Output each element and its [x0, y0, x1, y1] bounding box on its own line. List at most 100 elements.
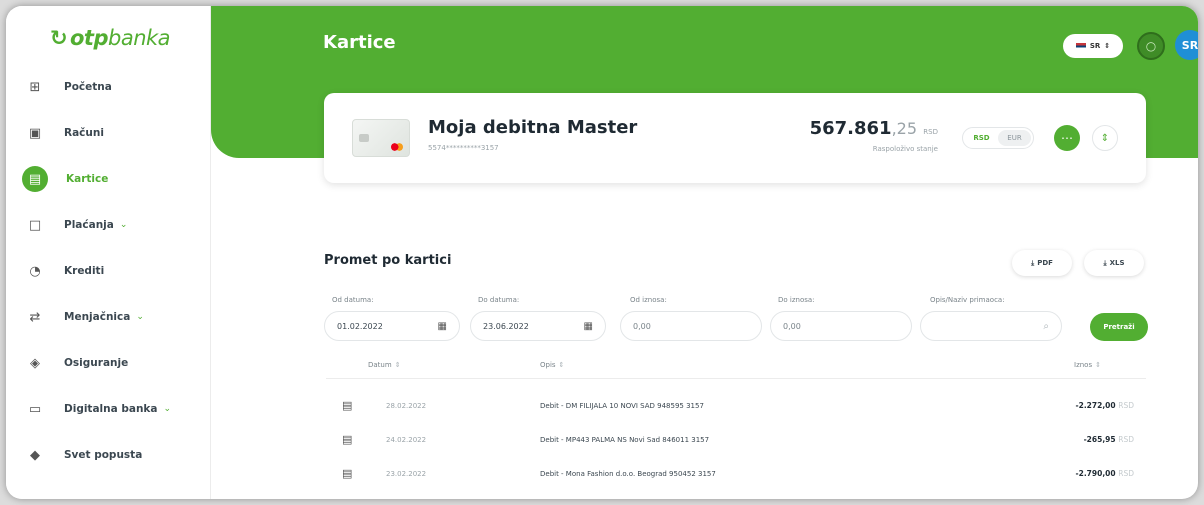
otp-banka-logo[interactable]: ↻ otpbanka	[50, 26, 171, 50]
chevron-down-icon: ⌄	[119, 220, 128, 230]
table-row[interactable]: ▤ 28.02.2022 Debit - DM FILIJALA 10 NOVI…	[326, 390, 1146, 424]
discount-icon: ◆	[30, 447, 40, 463]
chevron-down-icon: ⌄	[163, 404, 172, 414]
search-icon: ⌕	[1043, 320, 1049, 332]
chevron-updown-icon: ⇕	[1100, 132, 1110, 144]
sidebar-item-label: Kartice	[66, 173, 109, 185]
sidebar-item-kartice[interactable]: ▤ Kartice	[6, 156, 210, 202]
card-transaction-icon: ▤	[342, 399, 353, 412]
language-label: SR	[1089, 42, 1101, 50]
download-icon: ⤓	[1031, 258, 1035, 267]
card-summary: Moja debitna Master 5574**********3157 5…	[324, 93, 1146, 183]
card-name: Moja debitna Master	[428, 117, 638, 138]
balance-decimal: ,25	[891, 119, 918, 138]
serbian-flag-icon	[1075, 42, 1086, 50]
column-header-description[interactable]: Opis ⇕	[540, 361, 564, 369]
row-description: Debit - Mona Fashion d.o.o. Beograd 9504…	[540, 470, 716, 478]
to-date-input[interactable]: 23.06.2022 ▦	[470, 311, 606, 341]
currency-eur-option[interactable]: EUR	[998, 130, 1031, 146]
description-search-input[interactable]: ⌕	[920, 311, 1062, 341]
download-xls-button[interactable]: ⤓ XLS	[1084, 250, 1144, 276]
from-amount-label: Od iznosa:	[630, 296, 667, 304]
exchange-icon: ⇄	[29, 309, 41, 325]
bell-icon: ○	[1145, 39, 1157, 53]
sidebar-item-digitalna-banka[interactable]: ▭ Digitalna banka ⌄	[6, 386, 210, 432]
sidebar-item-krediti[interactable]: ◔ Krediti	[6, 248, 210, 294]
sort-icon: ⇕	[394, 361, 401, 369]
sidebar-item-osiguranje[interactable]: ◈ Osiguranje	[6, 340, 210, 386]
row-date: 28.02.2022	[386, 402, 427, 410]
card-transaction-icon: ▤	[342, 433, 353, 446]
more-dots-icon: ⋯	[1061, 131, 1073, 145]
sidebar-item-label: Svet popusta	[64, 449, 143, 461]
balance-label: Raspoloživo stanje	[872, 145, 938, 153]
sidebar-item-label: Računi	[64, 127, 104, 139]
card-icon: ▤	[22, 166, 48, 192]
sidebar-item-pocetna[interactable]: ⊞ Početna	[6, 64, 210, 110]
sidebar-item-label: Menjačnica	[64, 311, 131, 323]
balance-currency: RSD	[923, 128, 938, 136]
sidebar-item-menjacnica[interactable]: ⇄ Menjačnica ⌄	[6, 294, 210, 340]
currency-rsd-option[interactable]: RSD	[965, 130, 998, 146]
sidebar-item-label: Krediti	[64, 265, 105, 277]
accounts-icon: ▣	[28, 125, 42, 141]
sidebar-item-label: Plaćanja	[64, 219, 114, 231]
loans-icon: ◔	[29, 263, 41, 279]
sidebar-item-label: Digitalna banka	[64, 403, 158, 415]
chevron-updown-icon: ⇕	[1104, 42, 1111, 50]
otp-logo-icon: ↻	[50, 26, 68, 50]
column-header-date[interactable]: Datum ⇕	[368, 361, 401, 369]
description-label: Opis/Naziv primaoca:	[930, 296, 1005, 304]
to-date-label: Do datuma:	[478, 296, 520, 304]
card-transaction-icon: ▤	[342, 467, 353, 480]
download-icon: ⤓	[1103, 258, 1107, 267]
switch-card-button[interactable]: ⇕	[1092, 125, 1118, 151]
sidebar-item-svet-popusta[interactable]: ◆ Svet popusta	[6, 432, 210, 478]
page-title: Kartice	[323, 32, 396, 53]
row-description: Debit - MP443 PALMA NS Novi Sad 846011 3…	[540, 436, 710, 444]
balance-integer: 567.861	[809, 118, 892, 139]
row-amount: -2.790,00 RSD	[1075, 469, 1135, 478]
column-header-amount[interactable]: Iznos ⇕	[1074, 361, 1101, 369]
row-amount: -265,95 RSD	[1083, 435, 1134, 444]
dashboard-icon: ⊞	[29, 79, 41, 95]
payments-icon: □	[28, 217, 42, 233]
card-number: 5574**********3157	[428, 144, 499, 152]
calendar-icon[interactable]: ▦	[438, 321, 447, 332]
language-selector[interactable]: SR ⇕	[1063, 34, 1123, 58]
row-description: Debit - DM FILIJALA 10 NOVI SAD 948595 3…	[540, 402, 704, 410]
to-amount-input[interactable]: 0,00	[770, 311, 912, 341]
transactions-title: Promet po kartici	[324, 253, 452, 268]
sidebar-item-racuni[interactable]: ▣ Računi	[6, 110, 210, 156]
insurance-icon: ◈	[30, 355, 40, 371]
sidebar-item-label: Početna	[64, 81, 112, 93]
notifications-button[interactable]: ○	[1137, 32, 1165, 60]
card-image	[352, 119, 410, 157]
app-window: ↻ otpbanka ⊞ Početna ▣ Računi ▤ Kartice □…	[6, 6, 1198, 499]
table-row[interactable]: ▤ 23.02.2022 Debit - Mona Fashion d.o.o.…	[326, 458, 1146, 492]
row-date: 24.02.2022	[386, 436, 427, 444]
card-balance: 567.861,25 RSD	[804, 118, 938, 139]
from-date-input[interactable]: 01.02.2022 ▦	[324, 311, 460, 341]
calendar-icon[interactable]: ▦	[584, 321, 593, 332]
row-date: 23.02.2022	[386, 470, 427, 478]
download-pdf-button[interactable]: ⤓ PDF	[1012, 250, 1072, 276]
to-amount-label: Do iznosa:	[778, 296, 815, 304]
sidebar-item-placanja[interactable]: □ Plaćanja ⌄	[6, 202, 210, 248]
sort-icon: ⇕	[1095, 361, 1101, 369]
user-avatar[interactable]: SR	[1175, 30, 1198, 60]
sidebar-item-label: Osiguranje	[64, 357, 129, 369]
sidebar: ↻ otpbanka ⊞ Početna ▣ Računi ▤ Kartice □…	[6, 6, 211, 499]
sidebar-nav: ⊞ Početna ▣ Računi ▤ Kartice □ Plaćanja …	[6, 64, 210, 478]
from-date-label: Od datuma:	[332, 296, 374, 304]
table-row[interactable]: ▤ 24.02.2022 Debit - MP443 PALMA NS Novi…	[326, 424, 1146, 458]
from-amount-input[interactable]: 0,00	[620, 311, 762, 341]
table-divider	[326, 378, 1146, 379]
digital-bank-icon: ▭	[28, 401, 42, 417]
currency-toggle: RSD EUR	[962, 127, 1034, 149]
more-options-button[interactable]: ⋯	[1054, 125, 1080, 151]
sort-icon: ⇕	[558, 361, 565, 369]
chevron-down-icon: ⌄	[136, 312, 144, 322]
row-amount: -2.272,00 RSD	[1075, 401, 1135, 410]
search-button[interactable]: Pretraži	[1090, 313, 1148, 341]
